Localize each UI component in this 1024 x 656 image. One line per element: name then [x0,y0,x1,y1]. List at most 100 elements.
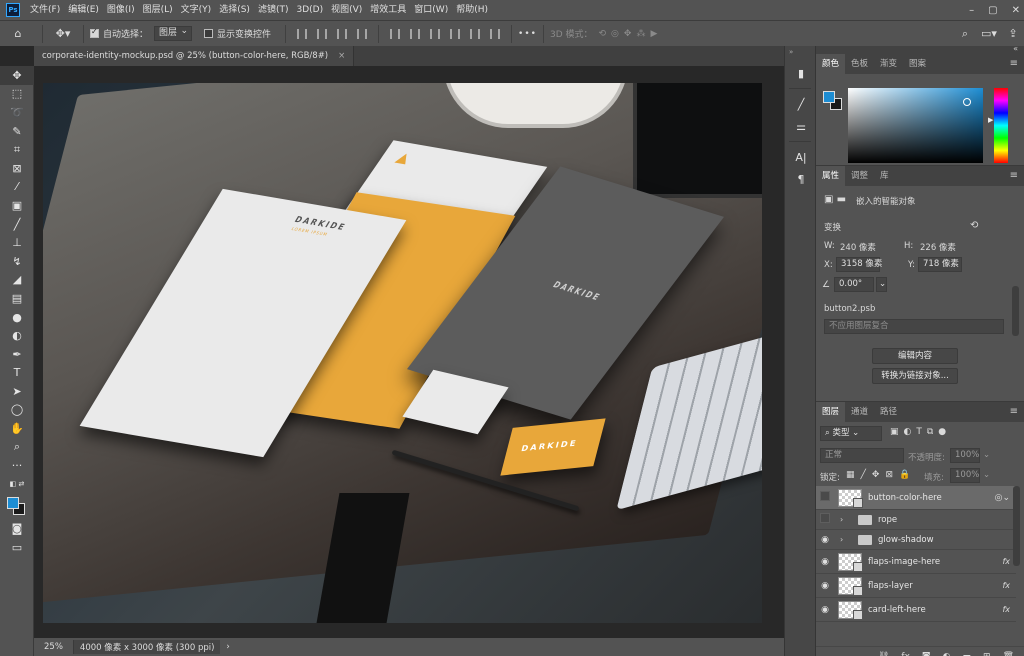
adjustments-icon[interactable]: ⚌ [785,115,817,137]
edit-toolbar-icon[interactable]: ··· [0,456,34,475]
h-value[interactable]: 226 像素 [920,241,956,253]
color-picker-handle[interactable] [963,98,971,106]
close-window-button[interactable]: ✕ [1012,5,1020,16]
distribute-bottom-icon[interactable] [430,28,441,39]
align-top-icon[interactable] [297,28,308,39]
new-layer-icon[interactable]: ⊞ [983,652,991,656]
marquee-tool-icon[interactable]: ⬚ [0,85,34,104]
frame-tool-icon[interactable]: ⊠ [0,159,34,178]
layer-filter-dropdown[interactable]: ⌕ 类型 ⌄ [820,426,882,441]
layer-visibility-toggle[interactable] [816,513,834,526]
foreground-color-swatch[interactable] [7,496,19,509]
eye-icon[interactable]: ◉ [816,605,834,615]
dodge-tool-icon[interactable]: ◐ [0,326,34,345]
distribute-top-icon[interactable] [390,28,401,39]
new-group-icon[interactable]: ▬ [963,652,972,656]
layer-row[interactable]: button-color-here ◎⌄ [816,486,1016,510]
tab-layers[interactable]: 图层 [816,402,846,422]
layer-name[interactable]: rope [878,515,897,525]
panel-collapse-icon[interactable]: « [1013,44,1018,53]
layer-row[interactable]: ◉ flaps-image-here fx [816,550,1016,574]
auto-select-checkbox[interactable] [90,27,99,38]
zoom-level[interactable]: 25% [34,642,73,652]
angle-field[interactable]: 0.00° [834,277,874,292]
color-panel-foreground[interactable] [823,91,835,103]
menu-help[interactable]: 帮助(H) [452,0,492,20]
status-menu-arrow[interactable]: › [226,642,229,652]
menu-select[interactable]: 选择(S) [215,0,254,20]
new-adjustment-layer-icon[interactable]: ◐ [943,652,951,656]
opacity-dropdown-icon[interactable]: ⌄ [983,450,990,460]
edit-contents-button[interactable]: 编辑内容 [872,348,958,364]
tab-libraries[interactable]: 库 [874,166,895,186]
add-mask-icon[interactable]: ◙ [922,652,931,656]
tab-properties[interactable]: 属性 [816,166,846,186]
tab-paths[interactable]: 路径 [874,402,903,422]
history-icon[interactable]: ▮ [785,62,817,84]
menu-3d[interactable]: 3D(D) [292,0,327,20]
menu-edit[interactable]: 编辑(E) [64,0,103,20]
align-vcenter-icon[interactable] [317,28,328,39]
eye-icon[interactable]: ◉ [816,557,834,567]
fill-dropdown-icon[interactable]: ⌄ [983,470,990,480]
auto-select-target-dropdown[interactable]: 图层 [154,25,193,41]
panel-menu-icon[interactable]: ≡ [1010,54,1018,74]
align-left-icon[interactable] [357,28,368,39]
eyedropper-tool-icon[interactable]: ⁄ [0,178,34,197]
brush-tool-icon[interactable]: ╱ [0,215,34,234]
hue-slider-handle-icon[interactable]: ▶ [988,116,993,124]
blur-tool-icon[interactable]: ● [0,308,34,327]
angle-dropdown-icon[interactable]: ⌄ [876,277,887,292]
color-swatches[interactable] [0,494,34,520]
tab-color[interactable]: 颜色 [816,54,846,74]
document-tab[interactable]: corporate-identity-mockup.psd @ 25% (but… [34,46,355,66]
link-layers-icon[interactable]: ⛓ [878,652,889,656]
layer-name[interactable]: button-color-here [868,493,942,503]
y-field[interactable]: 718 像素 [918,257,962,272]
properties-scrollbar[interactable] [1012,286,1019,336]
document-canvas[interactable]: DARKIDE LOREM IPSUM DARKIDE DARKIDE [43,83,762,623]
distribute-right-icon[interactable] [490,28,501,39]
type-tool-icon[interactable]: T [0,364,34,383]
tab-adjustments[interactable]: 调整 [845,166,874,186]
hue-slider[interactable] [994,88,1008,163]
tab-gradients[interactable]: 渐变 [874,54,903,74]
collapse-column-icon[interactable]: » [789,48,793,56]
blend-mode-dropdown[interactable]: 正常 [820,448,904,463]
fill-field[interactable]: 100% [950,468,980,483]
delete-layer-icon[interactable]: 🗑 [1003,652,1014,656]
pen-tool-icon[interactable]: ✒ [0,345,34,364]
show-transform-checkbox[interactable] [204,29,214,38]
layer-name[interactable]: glow-shadow [878,535,934,545]
crop-tool-icon[interactable]: ⌗ [0,140,34,159]
x-field[interactable]: 3158 像素 [836,257,882,272]
screen-mode-icon[interactable]: ▭ [0,538,34,557]
expand-group-chevron-icon[interactable]: › [840,515,850,524]
gradient-tool-icon[interactable]: ▤ [0,289,34,308]
menu-type[interactable]: 文字(Y) [177,0,216,20]
layer-effects-icon[interactable]: fx [1002,605,1010,614]
panel-menu-icon[interactable]: ≡ [1010,166,1018,186]
menu-image[interactable]: 图像(I) [103,0,139,20]
menu-plugins[interactable]: 增效工具 [366,0,410,20]
eraser-tool-icon[interactable]: ◢ [0,271,34,290]
paragraph-icon[interactable]: ¶ [785,168,817,190]
layer-name[interactable]: card-left-here [868,605,926,615]
search-icon[interactable]: ⌕ [954,24,976,44]
eye-icon[interactable]: ◉ [816,535,834,545]
hand-tool-icon[interactable]: ✋ [0,419,34,438]
menu-filter[interactable]: 滤镜(T) [254,0,293,20]
zoom-tool-icon[interactable]: ⌕ [0,438,34,457]
quick-mask-icon[interactable]: ◙ [0,520,34,539]
distribute-left-icon[interactable] [450,28,461,39]
tab-swatches[interactable]: 色板 [845,54,874,74]
maximize-button[interactable]: ▢ [988,5,997,16]
shape-tool-icon[interactable]: ◯ [0,401,34,420]
align-bottom-icon[interactable] [337,28,348,39]
layer-name[interactable]: flaps-layer [868,581,913,591]
expand-group-chevron-icon[interactable]: › [840,535,850,544]
move-tool-icon[interactable]: ✥ [0,66,34,85]
layer-row[interactable]: ◉ card-left-here fx [816,598,1016,622]
menu-layer[interactable]: 图层(L) [139,0,177,20]
menu-window[interactable]: 窗口(W) [410,0,452,20]
